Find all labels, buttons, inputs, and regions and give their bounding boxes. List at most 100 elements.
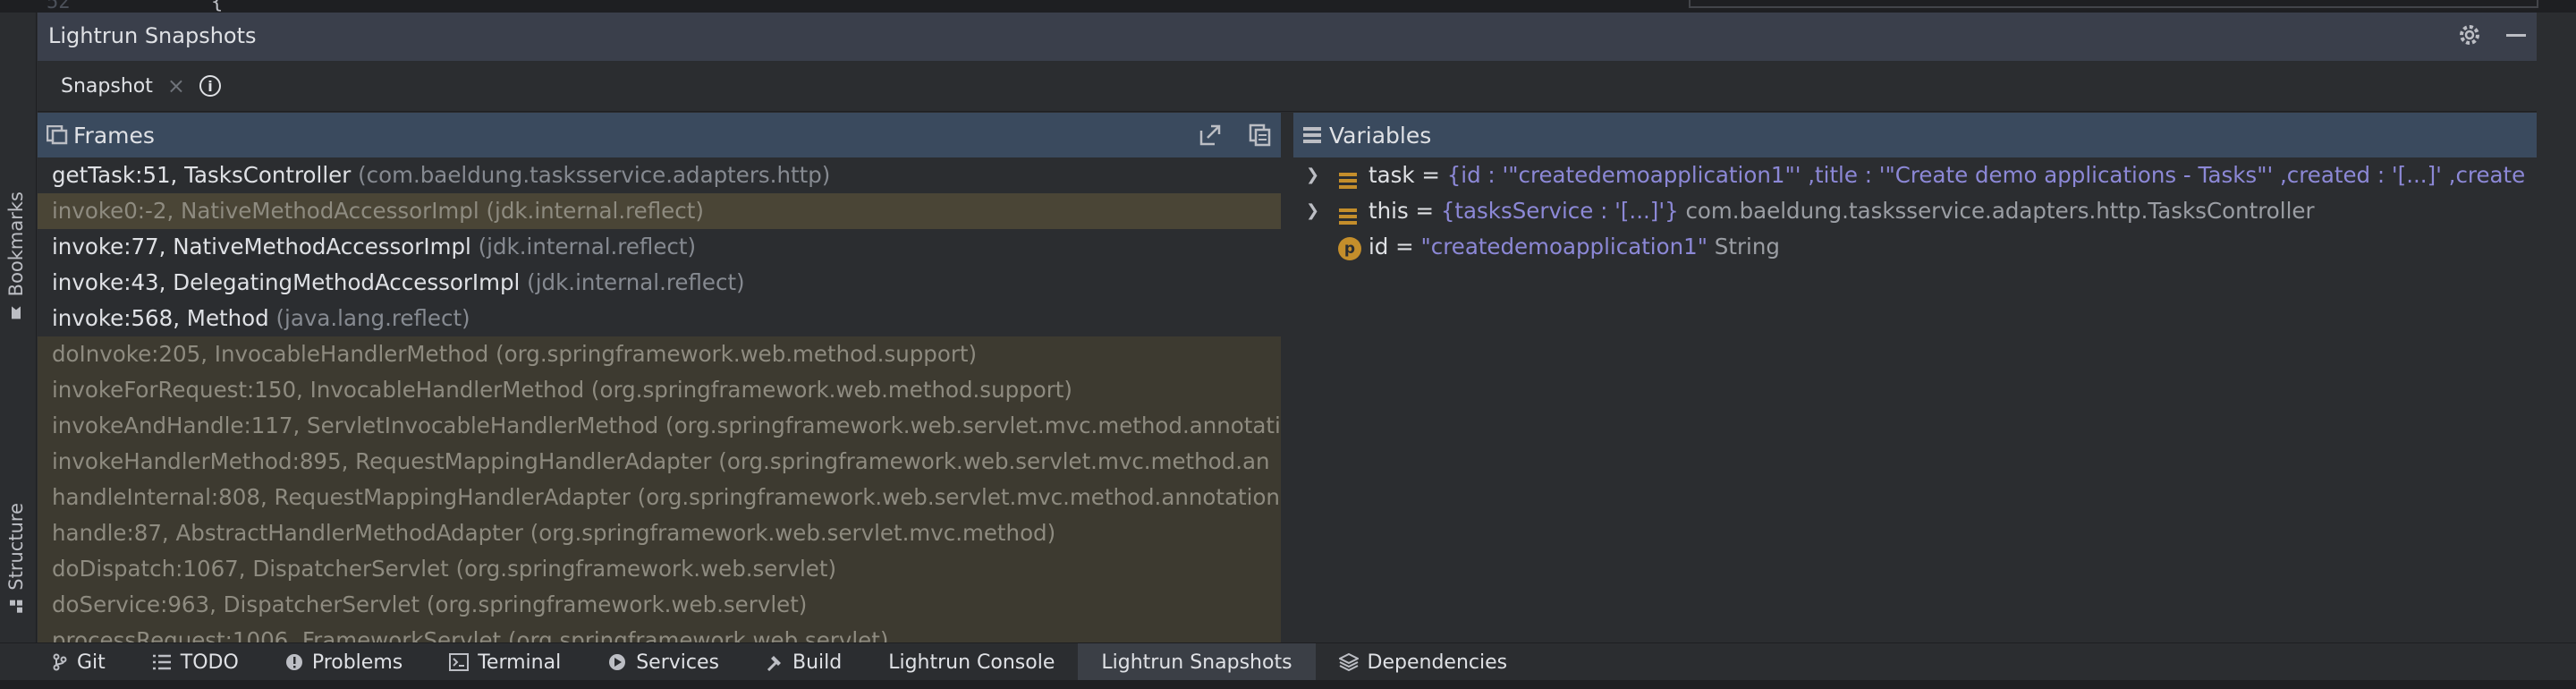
lightrun-snapshots-panel: Lightrun Snapshots Snapshot × i Frames g… bbox=[38, 13, 2537, 642]
bottom-tab-todo[interactable]: TODO bbox=[129, 643, 262, 681]
minimize-icon[interactable] bbox=[2504, 23, 2528, 47]
variable-value: {tasksService : '[...]'} bbox=[1440, 198, 1679, 224]
editor-line-number: 52 bbox=[47, 0, 71, 13]
frame-location: invoke:43, DelegatingMethodAccessorImpl bbox=[52, 269, 521, 295]
bottom-tab-label: Dependencies bbox=[1367, 651, 1508, 674]
variable-row[interactable]: ❯ this = {tasksService : '[...]'} com.bae… bbox=[1293, 193, 2537, 229]
bottom-tab-lightrun-console[interactable]: Lightrun Console bbox=[865, 643, 1078, 681]
variable-equals: = bbox=[1414, 162, 1447, 188]
variable-row[interactable]: ❯ task = {id : '"createdemoapplication1"'… bbox=[1293, 157, 2537, 193]
chevron-right-icon[interactable]: ❯ bbox=[1306, 193, 1319, 229]
variable-list: ❯ task = {id : '"createdemoapplication1"'… bbox=[1293, 157, 2537, 265]
frame-package: (org.springframework.web.servlet.mvc.met… bbox=[637, 484, 1280, 510]
bottom-tab-dependencies[interactable]: Dependencies bbox=[1316, 643, 1531, 681]
field-icon bbox=[1338, 201, 1358, 229]
frame-row[interactable]: doInvoke:205, InvocableHandlerMethod (or… bbox=[38, 336, 1281, 372]
left-tool-stripe: Bookmarks Structure bbox=[0, 13, 37, 642]
bottom-tab-services[interactable]: Services bbox=[584, 643, 742, 681]
editor-strip: 52 { bbox=[0, 0, 2576, 13]
frame-location: invokeForRequest:150, InvocableHandlerMe… bbox=[52, 377, 585, 403]
frames-header: Frames bbox=[38, 113, 1281, 157]
snapshot-tab-row: Snapshot × i bbox=[38, 61, 2537, 112]
frame-row[interactable]: invokeForRequest:150, InvocableHandlerMe… bbox=[38, 372, 1281, 408]
bottom-tab-label: Terminal bbox=[478, 651, 562, 674]
frame-row[interactable]: doService:963, DispatcherServlet (org.sp… bbox=[38, 587, 1281, 623]
structure-tool-tab[interactable]: Structure bbox=[5, 503, 27, 614]
frame-package: (jdk.internal.reflect) bbox=[486, 198, 704, 224]
bottom-tab-label: Build bbox=[792, 651, 843, 674]
frame-location: invoke:568, Method bbox=[52, 305, 269, 331]
variable-text: this = {tasksService : '[...]'} com.bael… bbox=[1368, 193, 2315, 229]
frame-package: (org.springframework.web.method.support) bbox=[496, 341, 978, 367]
frame-row[interactable]: invokeAndHandle:117, ServletInvocableHan… bbox=[38, 408, 1281, 444]
frame-row[interactable]: invoke:568, Method (java.lang.reflect) bbox=[38, 301, 1281, 336]
bookmark-icon bbox=[12, 306, 21, 319]
gear-icon[interactable] bbox=[2458, 23, 2481, 47]
panel-titlebar: Lightrun Snapshots bbox=[38, 13, 2537, 61]
bottom-tab-label: Lightrun Console bbox=[888, 651, 1055, 674]
frame-row[interactable]: invoke:43, DelegatingMethodAccessorImpl … bbox=[38, 265, 1281, 301]
variables-header: Variables bbox=[1293, 113, 2537, 157]
list-icon bbox=[152, 654, 172, 670]
bottom-tab-label: Git bbox=[77, 651, 106, 674]
frame-row[interactable]: invoke:77, NativeMethodAccessorImpl (jdk… bbox=[38, 229, 1281, 265]
editor-code: { bbox=[211, 0, 224, 13]
bottom-tab-build[interactable]: Build bbox=[742, 643, 865, 681]
frame-package: (org.springframework.web.servlet.mvc.met… bbox=[665, 413, 1281, 438]
frame-row[interactable]: doDispatch:1067, DispatcherServlet (org.… bbox=[38, 551, 1281, 587]
variables-header-label: Variables bbox=[1329, 123, 1432, 149]
frame-row[interactable]: getTask:51, TasksController (com.baeldun… bbox=[38, 157, 1281, 193]
frame-package: (java.lang.reflect) bbox=[275, 305, 470, 331]
bottom-tool-window-bar: Git TODO Problems Terminal Services Build Ligh… bbox=[0, 642, 2576, 681]
frames-icon bbox=[47, 125, 68, 145]
frame-package: (org.springframework.web.servlet.mvc.met… bbox=[718, 448, 1270, 474]
bottom-tab-label: TODO bbox=[180, 651, 239, 674]
services-icon bbox=[607, 652, 627, 672]
structure-icon bbox=[10, 600, 22, 613]
variable-value: "createdemoapplication1" bbox=[1420, 234, 1707, 259]
frame-row[interactable]: handle:87, AbstractHandlerMethodAdapter … bbox=[38, 515, 1281, 551]
variable-type: String bbox=[1707, 234, 1780, 259]
frame-row[interactable]: handleInternal:808, RequestMappingHandle… bbox=[38, 480, 1281, 515]
info-icon[interactable]: i bbox=[199, 75, 221, 97]
frame-row[interactable]: invoke0:-2, NativeMethodAccessorImpl (jd… bbox=[38, 193, 1281, 229]
export-icon[interactable] bbox=[1199, 123, 1222, 147]
variable-name: this bbox=[1368, 198, 1409, 224]
variable-name: id bbox=[1368, 234, 1389, 259]
frame-package: (org.springframework.web.method.support) bbox=[590, 377, 1072, 403]
frame-row[interactable]: processRequest:1006, FrameworkServlet (o… bbox=[38, 623, 1281, 642]
variable-row[interactable]: p id = "createdemoapplication1" String bbox=[1293, 229, 2537, 265]
variable-equals: = bbox=[1388, 234, 1421, 259]
parameter-badge: p bbox=[1338, 237, 1361, 260]
close-icon[interactable]: × bbox=[167, 73, 185, 98]
structure-tool-label: Structure bbox=[5, 503, 27, 591]
frames-pane: Frames getTask:51, TasksController (com.… bbox=[38, 113, 1281, 642]
variable-text: id = "createdemoapplication1" String bbox=[1368, 229, 1780, 265]
frame-package: (jdk.internal.reflect) bbox=[478, 234, 697, 259]
bottom-tab-lightrun-snapshots[interactable]: Lightrun Snapshots bbox=[1078, 643, 1316, 681]
problems-icon bbox=[285, 653, 303, 671]
frame-package: (org.springframework.web.servlet) bbox=[507, 627, 889, 642]
hammer-icon bbox=[766, 653, 784, 671]
copy-icon[interactable] bbox=[1249, 123, 1272, 147]
frame-package: (org.springframework.web.servlet) bbox=[426, 591, 808, 617]
bottom-tab-git[interactable]: Git bbox=[0, 643, 129, 681]
frame-package: (org.springframework.web.servlet.mvc.met… bbox=[530, 520, 1056, 546]
frames-header-label: Frames bbox=[73, 123, 155, 149]
bookmarks-tool-tab[interactable]: Bookmarks bbox=[5, 191, 27, 319]
bottom-tab-label: Problems bbox=[311, 651, 403, 674]
bottom-tab-problems[interactable]: Problems bbox=[262, 643, 426, 681]
bottom-tab-label: Lightrun Snapshots bbox=[1101, 651, 1292, 674]
frame-row[interactable]: invokeHandlerMethod:895, RequestMappingH… bbox=[38, 444, 1281, 480]
variable-name: task bbox=[1368, 162, 1415, 188]
frame-location: invoke0:-2, NativeMethodAccessorImpl bbox=[52, 198, 479, 224]
frame-location: doInvoke:205, InvocableHandlerMethod bbox=[52, 341, 489, 367]
chevron-right-icon[interactable]: ❯ bbox=[1306, 157, 1319, 193]
editor-popup-edge bbox=[1689, 0, 2538, 8]
panel-title: Lightrun Snapshots bbox=[48, 23, 257, 48]
layers-icon bbox=[1338, 652, 1359, 672]
git-branch-icon bbox=[52, 653, 68, 671]
variable-type: com.baeldung.tasksservice.adapters.http.… bbox=[1678, 198, 2315, 224]
bottom-tab-terminal[interactable]: Terminal bbox=[426, 643, 584, 681]
tab-snapshot[interactable]: Snapshot × i bbox=[61, 73, 221, 98]
